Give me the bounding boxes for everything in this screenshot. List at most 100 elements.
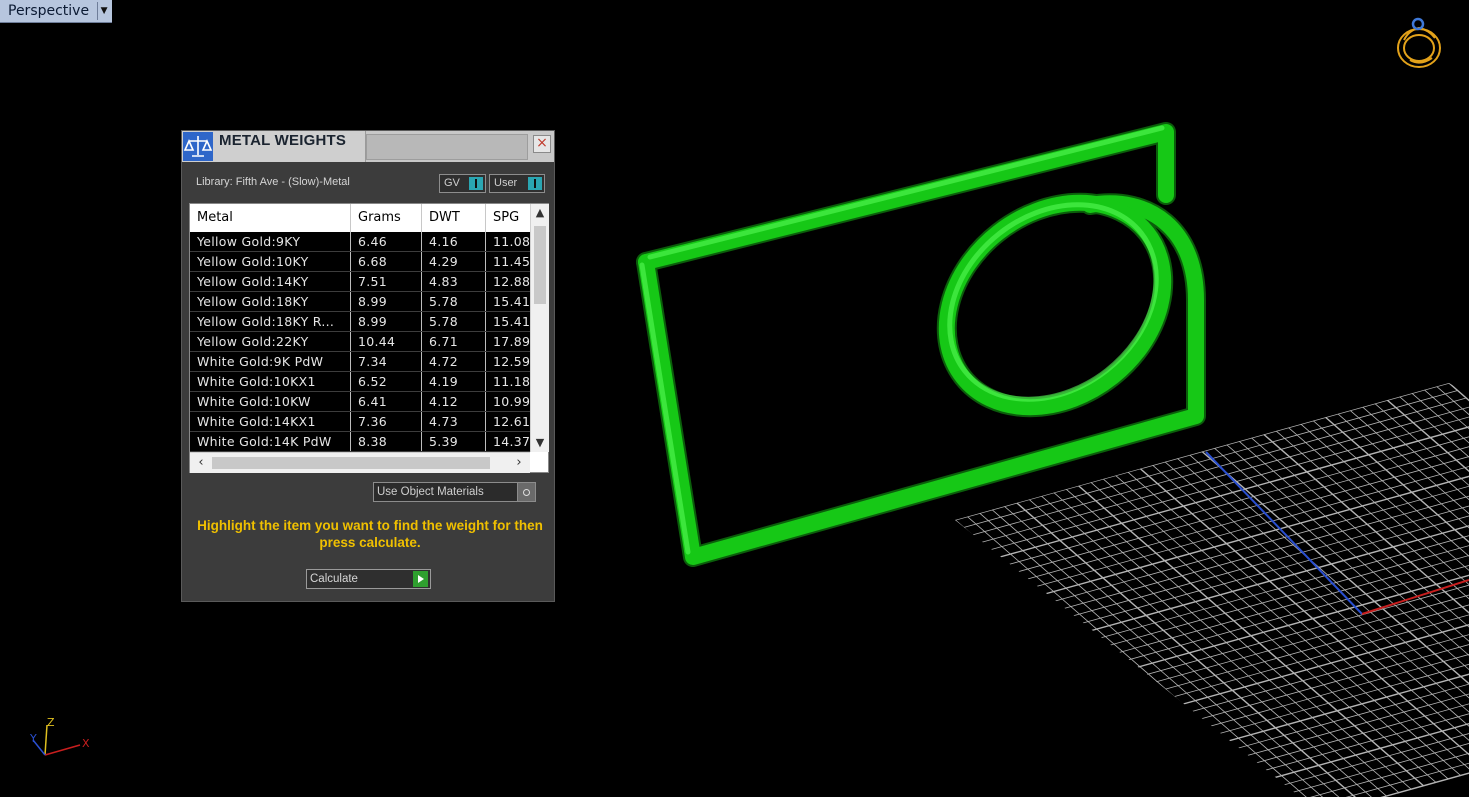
- horizontal-scroll-thumb[interactable]: [212, 457, 490, 469]
- dwt-cell: 5.39: [422, 432, 486, 451]
- column-header-spg[interactable]: SPG: [486, 204, 530, 232]
- metal-weights-panel: METAL WEIGHTS × Library: Fifth Ave - (Sl…: [181, 130, 555, 602]
- metal-cell: White Gold:10KW: [190, 392, 351, 411]
- table-row[interactable]: White Gold:10KX1 6.52 4.19 11.18: [190, 372, 530, 392]
- grams-cell: 6.46: [351, 232, 422, 251]
- metal-cell: White Gold:9K PdW: [190, 352, 351, 371]
- spg-cell: 14.37: [493, 434, 530, 449]
- table-row[interactable]: White Gold:10KW 6.41 4.12 10.99: [190, 392, 530, 412]
- axis-label-x: X: [82, 737, 90, 750]
- spg-cell: 11.18: [493, 374, 530, 389]
- grams-cell: 8.99: [351, 312, 422, 331]
- dwt-cell: 4.83: [422, 272, 486, 291]
- close-button[interactable]: ×: [533, 135, 551, 153]
- table-row[interactable]: Yellow Gold:18KY 8.99 5.78 15.41: [190, 292, 530, 312]
- dwt-cell: 4.16: [422, 232, 486, 251]
- use-object-materials-label: Use Object Materials: [377, 486, 484, 498]
- library-label: Library: Fifth Ave - (Slow)-Metal: [196, 176, 350, 188]
- scale-icon: [183, 132, 213, 161]
- metal-cell: White Gold:14KX1: [190, 412, 351, 431]
- spg-cell: 15.41: [493, 294, 530, 309]
- table-row[interactable]: Yellow Gold:14KY 7.51 4.83 12.88: [190, 272, 530, 292]
- scroll-up-icon[interactable]: ▲: [531, 204, 549, 222]
- spg-cell: 10.99: [493, 394, 530, 409]
- user-toggle[interactable]: User: [489, 174, 545, 193]
- viewport-name: Perspective: [8, 3, 90, 19]
- spg-cell: 11.08: [493, 234, 530, 249]
- dwt-cell: 4.12: [422, 392, 486, 411]
- play-icon: [413, 571, 428, 587]
- table-row[interactable]: Yellow Gold:10KY 6.68 4.29 11.45: [190, 252, 530, 272]
- metal-table[interactable]: Metal Grams DWT SPG Yellow Gold:9KY 6.46 4…: [189, 203, 549, 473]
- calculate-button[interactable]: Calculate: [306, 569, 431, 589]
- viewport-dropdown-icon[interactable]: ▼: [97, 2, 110, 20]
- metal-cell: Yellow Gold:18KY R...: [190, 312, 351, 331]
- viewport-tab[interactable]: Perspective ▼: [0, 0, 113, 23]
- axis-label-y: Y: [30, 732, 37, 745]
- spg-cell: 11.45: [493, 254, 530, 269]
- metal-cell: White Gold:10KX1: [190, 372, 351, 391]
- spg-cell: 12.61: [493, 414, 530, 429]
- spg-cell: 15.41: [493, 314, 530, 329]
- horizontal-scrollbar[interactable]: ‹ ›: [190, 452, 530, 473]
- grams-cell: 6.41: [351, 392, 422, 411]
- spg-cell: 12.59: [493, 354, 530, 369]
- metal-cell: Yellow Gold:9KY: [190, 232, 351, 251]
- panel-title-spacer: [366, 134, 528, 160]
- user-toggle-switch-icon: [528, 177, 542, 190]
- dwt-cell: 4.73: [422, 412, 486, 431]
- metal-cell: Yellow Gold:22KY: [190, 332, 351, 351]
- construction-grid: [955, 383, 1469, 797]
- dwt-cell: 6.71: [422, 332, 486, 351]
- panel-title-tab: METAL WEIGHTS: [182, 131, 366, 162]
- table-row[interactable]: White Gold:9K PdW 7.34 4.72 12.59: [190, 352, 530, 372]
- radio-icon: [517, 483, 535, 501]
- metal-cell: Yellow Gold:18KY: [190, 292, 351, 311]
- axis-gizmo: [32, 724, 81, 756]
- grams-cell: 7.36: [351, 412, 422, 431]
- dwt-cell: 5.78: [422, 292, 486, 311]
- table-row[interactable]: Yellow Gold:22KY 10.44 6.71 17.89: [190, 332, 530, 352]
- column-header-grams[interactable]: Grams: [351, 204, 422, 232]
- instruction-text: Highlight the item you want to find the …: [197, 518, 543, 550]
- ring-logo-icon: [1397, 17, 1441, 68]
- column-header-metal[interactable]: Metal: [190, 204, 351, 232]
- grams-cell: 6.52: [351, 372, 422, 391]
- dwt-cell: 4.29: [422, 252, 486, 271]
- axis-label-z: Z: [47, 716, 55, 729]
- metal-cell: White Gold:14K PdW: [190, 432, 351, 451]
- table-row[interactable]: White Gold:14KX1 7.36 4.73 12.61: [190, 412, 530, 432]
- table-row[interactable]: Yellow Gold:9KY 6.46 4.16 11.08: [190, 232, 530, 252]
- grams-cell: 6.68: [351, 252, 422, 271]
- table-header: Metal Grams DWT SPG: [190, 204, 530, 232]
- panel-title: METAL WEIGHTS: [219, 132, 347, 149]
- scroll-right-icon[interactable]: ›: [510, 453, 528, 473]
- calculate-label: Calculate: [310, 573, 358, 585]
- grams-cell: 8.99: [351, 292, 422, 311]
- use-object-materials-toggle[interactable]: Use Object Materials: [373, 482, 536, 502]
- panel-titlebar[interactable]: METAL WEIGHTS ×: [182, 131, 554, 162]
- metal-cell: Yellow Gold:10KY: [190, 252, 351, 271]
- grams-cell: 10.44: [351, 332, 422, 351]
- spg-cell: 12.88: [493, 274, 530, 289]
- grams-cell: 7.34: [351, 352, 422, 371]
- vertical-scrollbar[interactable]: ▲ ▼: [530, 204, 549, 452]
- gv-toggle-switch-icon: [469, 177, 483, 190]
- metal-cell: Yellow Gold:14KY: [190, 272, 351, 291]
- table-row[interactable]: White Gold:14K PdW 8.38 5.39 14.37: [190, 432, 530, 452]
- grams-cell: 8.38: [351, 432, 422, 451]
- grams-cell: 7.51: [351, 272, 422, 291]
- column-header-dwt[interactable]: DWT: [422, 204, 486, 232]
- dwt-cell: 5.78: [422, 312, 486, 331]
- scroll-left-icon[interactable]: ‹: [192, 453, 210, 473]
- scroll-down-icon[interactable]: ▼: [531, 434, 549, 452]
- dwt-cell: 4.72: [422, 352, 486, 371]
- dwt-cell: 4.19: [422, 372, 486, 391]
- gv-toggle-label: GV: [444, 177, 460, 189]
- gv-toggle[interactable]: GV: [439, 174, 486, 193]
- table-body: Yellow Gold:9KY 6.46 4.16 11.08 Yellow Gold…: [190, 232, 530, 452]
- spg-cell: 17.89: [493, 334, 530, 349]
- table-row[interactable]: Yellow Gold:18KY R... 8.99 5.78 15.41: [190, 312, 530, 332]
- vertical-scroll-thumb[interactable]: [534, 226, 546, 304]
- user-toggle-label: User: [494, 177, 518, 189]
